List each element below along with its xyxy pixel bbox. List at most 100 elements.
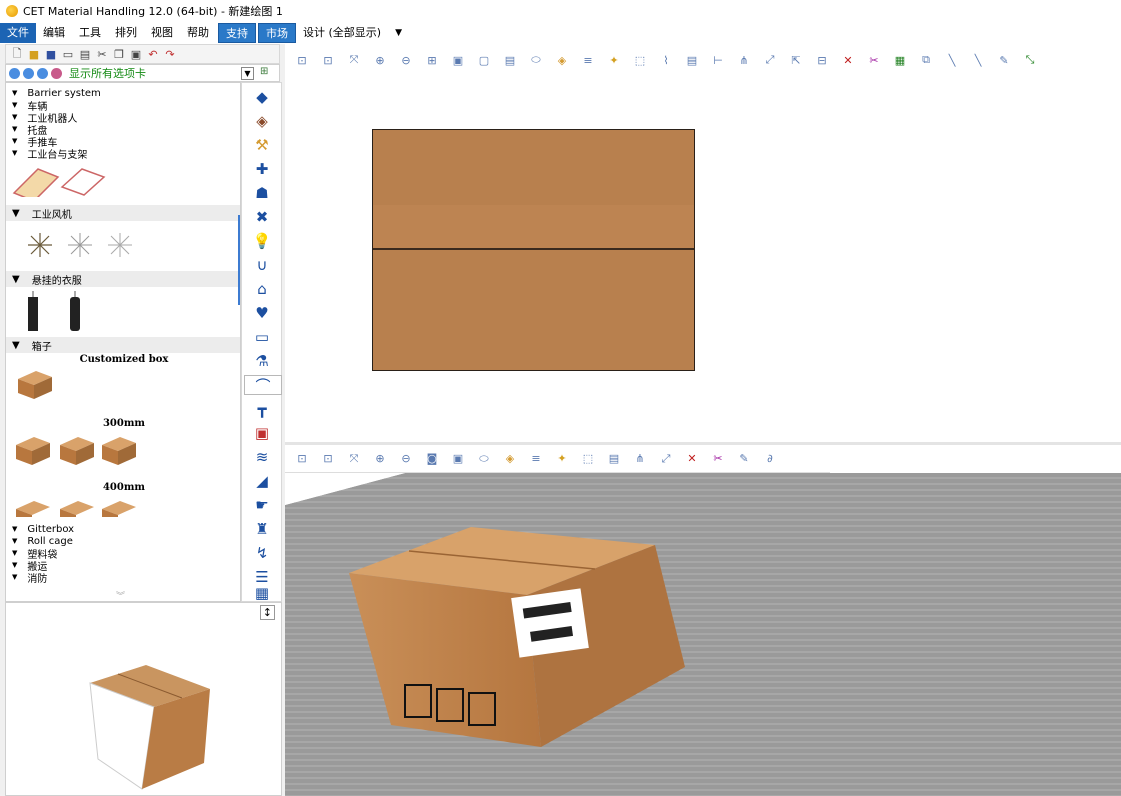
link-icon[interactable]: ⌇ <box>659 53 673 67</box>
box-top-view[interactable] <box>372 129 695 371</box>
monitor-icon[interactable]: ▭ <box>250 327 274 347</box>
fan-thumbnails[interactable] <box>28 231 138 259</box>
zoom-window-icon[interactable]: ⊞ <box>425 53 439 67</box>
fit-icon[interactable]: ⤧ <box>347 452 361 466</box>
scroll-more-icon[interactable]: ︾ <box>116 589 125 601</box>
cut-icon[interactable]: ✂ <box>867 53 881 67</box>
vehicle-icon[interactable]: ▣ <box>250 423 274 443</box>
health-icon[interactable]: ♥ <box>250 303 274 323</box>
print-icon[interactable]: ▤ <box>78 47 92 61</box>
arrow-icon[interactable]: ⤡ <box>1023 53 1037 67</box>
redo-icon[interactable]: ↷ <box>163 47 177 61</box>
stretch-icon[interactable]: ⇱ <box>789 53 803 67</box>
zoom-out-icon[interactable]: ⊖ <box>399 452 413 466</box>
layers-icon[interactable]: ≡ <box>581 53 595 67</box>
section-clothes[interactable]: ▼ 悬挂的衣服 <box>6 271 240 287</box>
tab-filter-label[interactable]: 显示所有选项卡 <box>69 65 146 81</box>
market-button[interactable]: 市场 <box>258 23 296 43</box>
fit-icon[interactable]: ⤧ <box>347 53 361 67</box>
catalog-scrollbar[interactable] <box>238 215 240 305</box>
delete-icon[interactable]: ✕ <box>685 452 699 466</box>
menu-arrange[interactable]: 排列 <box>108 23 144 43</box>
box-thumbnail[interactable] <box>14 435 52 467</box>
zoom-in-icon[interactable]: ⊕ <box>373 452 387 466</box>
measure-icon[interactable]: ⚒ <box>250 135 274 155</box>
pencil-icon[interactable]: ✎ <box>997 53 1011 67</box>
grid-options-icon[interactable]: ⊞ <box>260 66 276 80</box>
pencil-icon[interactable]: ✎ <box>737 452 751 466</box>
section-boxes[interactable]: ▼ 箱子 <box>6 337 240 353</box>
barrier-icon[interactable]: ◆ <box>250 87 274 107</box>
tab-nav-icon-3[interactable] <box>37 67 48 79</box>
menu-help[interactable]: 帮助 <box>180 23 216 43</box>
select-icon[interactable]: ⬚ <box>633 53 647 67</box>
robot-icon[interactable]: ♜ <box>250 519 274 539</box>
category-fire[interactable]: ▼ 消防 <box>12 571 47 585</box>
zoom-in-icon[interactable]: ⊕ <box>373 53 387 67</box>
measure-icon[interactable]: ⤢ <box>763 53 777 67</box>
dimension-icon[interactable]: ✚ <box>250 159 274 179</box>
support-button[interactable]: 支持 <box>218 23 256 43</box>
frame-icon[interactable]: ▢ <box>477 53 491 67</box>
chevron-down-icon[interactable]: ▼ <box>241 66 254 80</box>
tab-nav-icon-1[interactable] <box>9 67 20 79</box>
magnet-icon[interactable]: ∪ <box>250 255 274 275</box>
box-thumbnail[interactable] <box>100 499 138 517</box>
hook-icon[interactable]: ⌒ <box>244 375 282 395</box>
menu-file[interactable]: 文件 <box>0 23 36 43</box>
arm-icon[interactable]: ↯ <box>250 543 274 563</box>
zoom-out-icon[interactable]: ⊖ <box>399 53 413 67</box>
snap-icon[interactable]: ✦ <box>555 452 569 466</box>
clothes-thumbnails[interactable] <box>24 291 94 333</box>
grid-icon[interactable]: ⊟ <box>815 53 829 67</box>
box-thumbnail[interactable] <box>16 369 54 401</box>
eye-icon[interactable]: ◈ <box>503 452 517 466</box>
zoom-icon[interactable]: ⊡ <box>321 452 335 466</box>
copy-icon[interactable]: ❐ <box>112 47 126 61</box>
eye-icon[interactable]: ◈ <box>555 53 569 67</box>
category-barrier[interactable]: ▼ Barrier system <box>12 87 101 99</box>
render-icon[interactable]: ▤ <box>503 53 517 67</box>
connect-icon[interactable]: ⋔ <box>737 53 751 67</box>
tools-icon[interactable]: ✖ <box>250 207 274 227</box>
resize-icon[interactable]: ↕ <box>259 605 275 620</box>
menu-edit[interactable]: 编辑 <box>36 23 72 43</box>
box-thumbnail[interactable] <box>14 499 52 517</box>
line-icon[interactable]: ╲ <box>945 53 959 67</box>
people-icon[interactable]: ☗ <box>250 183 274 203</box>
design-mode-menu[interactable]: 设计 (全部显示) <box>296 23 388 43</box>
select-icon[interactable]: ⬚ <box>581 452 595 466</box>
save-icon[interactable]: ■ <box>44 47 58 61</box>
tab-nav-icon-4[interactable] <box>51 67 62 79</box>
hand-icon[interactable]: ☛ <box>250 495 274 515</box>
tag-icon[interactable]: ⬭ <box>477 452 491 466</box>
note-icon[interactable]: ▤ <box>685 53 699 67</box>
category-gitterbox[interactable]: ▼ Gitterbox <box>12 523 74 535</box>
undo-icon[interactable]: ↶ <box>146 47 160 61</box>
home-icon[interactable]: ⌂ <box>250 279 274 299</box>
cut-icon[interactable]: ✂ <box>711 452 725 466</box>
cut-icon[interactable]: ✂ <box>95 47 109 61</box>
crane-icon[interactable]: ┳ <box>250 399 274 419</box>
copy-icon[interactable]: ⧉ <box>919 53 933 67</box>
category-workbenches[interactable]: ▼ 工业台与支架 <box>12 147 87 161</box>
tab-nav-icon-2[interactable] <box>23 67 34 79</box>
print-preview-icon[interactable]: ▭ <box>61 47 75 61</box>
lab-icon[interactable]: ⚗ <box>250 351 274 371</box>
camera-icon[interactable]: ▣ <box>451 53 465 67</box>
snap-icon[interactable]: ✦ <box>607 53 621 67</box>
paste-icon[interactable]: ▣ <box>129 47 143 61</box>
tag-icon[interactable]: ⬭ <box>529 53 543 67</box>
menu-tools[interactable]: 工具 <box>72 23 108 43</box>
box-thumbnail[interactable] <box>100 435 138 467</box>
render-icon[interactable]: ▣ <box>451 452 465 466</box>
design-mode-caret[interactable]: ▼ <box>388 23 409 43</box>
conveyor-icon[interactable]: ≋ <box>250 447 274 467</box>
link-icon[interactable]: ∂ <box>763 452 777 466</box>
camera-icon[interactable]: ◙ <box>425 452 439 466</box>
workbench-thumbnails[interactable] <box>12 163 112 197</box>
measure-icon[interactable]: ⤢ <box>659 452 673 466</box>
note-icon[interactable]: ▤ <box>607 452 621 466</box>
menu-view[interactable]: 视图 <box>144 23 180 43</box>
line2-icon[interactable]: ╲ <box>971 53 985 67</box>
